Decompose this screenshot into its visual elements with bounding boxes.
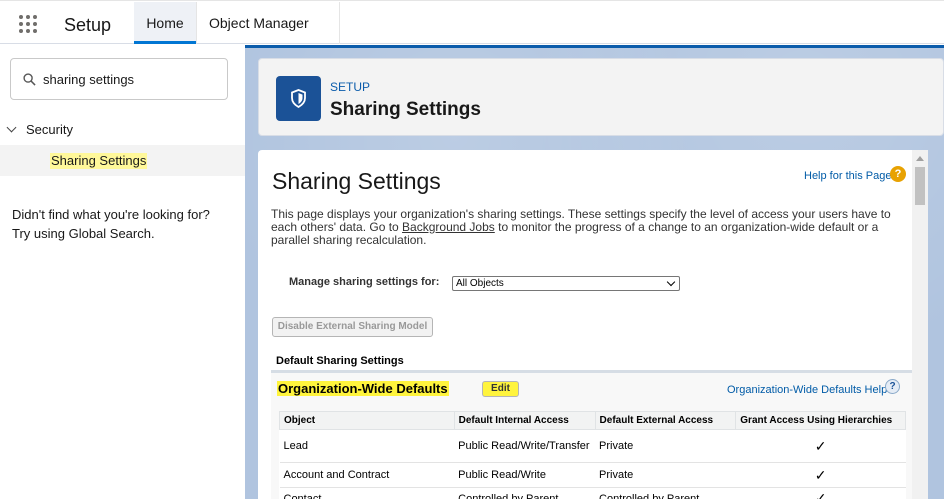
not-found-hint: Didn't find what you're looking for? Try… xyxy=(12,205,240,243)
shield-icon xyxy=(276,76,321,121)
default-sharing-settings-heading: Default Sharing Settings xyxy=(276,355,404,367)
tab-object-manager[interactable]: Object Manager xyxy=(196,2,340,69)
not-found-line-1: Didn't find what you're looking for? xyxy=(12,207,210,222)
table-header-row: Object Default Internal Access Default E… xyxy=(279,411,906,430)
column-header: Default Internal Access xyxy=(453,411,596,430)
not-found-line-2: Try using Global Search. xyxy=(12,226,155,241)
page-title: Sharing Settings xyxy=(272,168,441,194)
manage-sharing-select[interactable]: All Objects xyxy=(452,276,680,291)
table-row: Lead Public Read/Write/Transfer Private … xyxy=(279,429,906,463)
tree-item-sharing-settings[interactable]: Sharing Settings xyxy=(0,145,245,176)
internal-access-cell: Public Read/Write xyxy=(454,462,596,488)
scrollbar-thumb[interactable] xyxy=(915,167,925,205)
internal-access-cell: Controlled by Parent xyxy=(454,487,596,499)
page-header: SETUP Sharing Settings xyxy=(258,58,944,136)
tree-item-security-label: Security xyxy=(26,122,73,137)
app-name: Setup xyxy=(64,15,112,35)
chevron-down-icon xyxy=(666,277,676,287)
column-header: Grant Access Using Hierarchies xyxy=(735,411,906,430)
tree-item-sharing-settings-label: Sharing Settings xyxy=(50,153,148,169)
edit-button[interactable]: Edit xyxy=(482,381,519,397)
help-for-this-page-link[interactable]: Help for this Page xyxy=(804,170,891,182)
tab-home[interactable]: Home xyxy=(134,2,196,44)
global-nav: Setup Home Object Manager xyxy=(0,0,944,69)
table-row: Contact Controlled by Parent Controlled … xyxy=(279,487,906,499)
checkmark-icon: ✓ xyxy=(735,462,906,488)
manage-sharing-select-value: All Objects xyxy=(456,278,504,289)
background-jobs-link[interactable]: Background Jobs xyxy=(402,220,495,234)
external-access-cell: Private xyxy=(595,429,736,463)
disable-external-sharing-button[interactable]: Disable External Sharing Model xyxy=(272,317,433,337)
quick-find-box[interactable] xyxy=(10,58,228,100)
setup-sidebar: Security Sharing Settings Didn't find wh… xyxy=(0,45,245,499)
org-wide-defaults-help-link[interactable]: Organization-Wide Defaults Help xyxy=(727,384,887,396)
chevron-down-icon[interactable] xyxy=(6,122,17,133)
tab-home-label: Home xyxy=(146,15,184,31)
org-wide-defaults-section: Organization-Wide Defaults Edit Organiza… xyxy=(271,370,912,499)
help-icon[interactable]: ? xyxy=(885,379,900,394)
content-scrollbar[interactable] xyxy=(912,150,928,499)
internal-access-cell: Public Read/Write/Transfer xyxy=(454,429,596,463)
org-wide-defaults-title: Organization-Wide Defaults xyxy=(277,381,449,396)
content-frame: Sharing Settings Help for this Page ? Th… xyxy=(258,150,914,499)
manage-sharing-label: Manage sharing settings for: xyxy=(289,276,440,288)
external-access-cell: Controlled by Parent xyxy=(595,487,736,499)
header-eyebrow: SETUP xyxy=(330,80,371,94)
org-wide-defaults-table: Object Default Internal Access Default E… xyxy=(279,411,906,499)
scroll-up-arrow-icon[interactable] xyxy=(916,156,924,161)
tab-object-manager-label: Object Manager xyxy=(209,15,309,31)
object-cell: Contact xyxy=(279,487,455,499)
external-access-cell: Private xyxy=(595,462,736,488)
object-cell: Lead xyxy=(279,429,455,463)
help-icon[interactable]: ? xyxy=(890,166,906,182)
quick-find-input[interactable] xyxy=(43,59,223,99)
table-row: Account and Contract Public Read/Write P… xyxy=(279,462,906,488)
checkmark-icon: ✓ xyxy=(735,429,906,463)
column-header: Object xyxy=(279,411,455,430)
object-cell: Account and Contract xyxy=(279,462,455,488)
header-title: Sharing Settings xyxy=(330,99,481,120)
search-icon xyxy=(23,73,36,86)
checkmark-icon: ✓ xyxy=(735,487,906,499)
app-launcher-icon[interactable] xyxy=(19,15,41,37)
page-description: This page displays your organization's s… xyxy=(271,208,914,247)
tree-item-security[interactable]: Security xyxy=(0,117,245,143)
column-header: Default External Access xyxy=(594,411,737,430)
